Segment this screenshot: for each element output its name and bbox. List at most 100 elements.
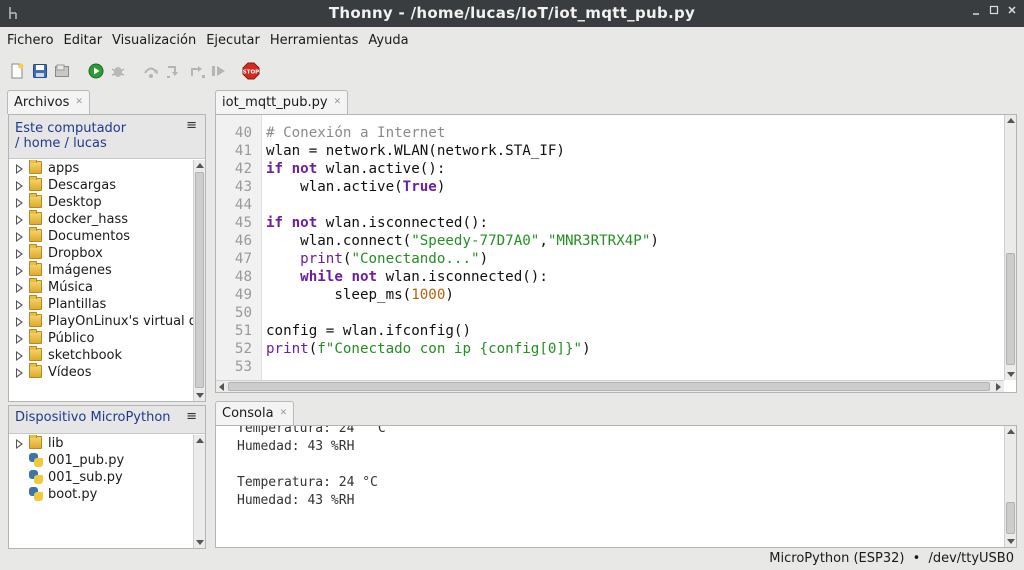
tab-consola[interactable]: Consola ✕ xyxy=(215,401,295,425)
console-line: Temperatura: 24 °C xyxy=(237,425,386,436)
code-line[interactable]: while not wlan.isconnected(): xyxy=(266,268,548,286)
close-icon[interactable] xyxy=(1004,4,1020,20)
path-home-link[interactable]: home xyxy=(24,136,61,151)
resume-icon[interactable] xyxy=(210,62,228,80)
code-line[interactable]: # Conexión a Internet xyxy=(266,124,445,142)
menu-herramientas[interactable]: Herramientas xyxy=(265,33,364,48)
scroll-up-icon[interactable] xyxy=(196,163,204,168)
expand-arrow-icon[interactable] xyxy=(16,317,23,327)
step-over-icon[interactable] xyxy=(142,62,160,80)
scroll-up-icon[interactable] xyxy=(1007,118,1015,123)
save-file-icon[interactable] xyxy=(31,62,49,80)
tree-item-desktop[interactable]: Desktop xyxy=(9,193,193,211)
menu-visualizacion[interactable]: Visualización xyxy=(107,33,201,48)
tab-close-icon[interactable]: ✕ xyxy=(75,97,83,107)
tab-archivos[interactable]: Archivos ✕ xyxy=(7,90,90,114)
code-line[interactable]: config = wlan.ifconfig() xyxy=(266,322,471,340)
tab-editor-file[interactable]: iot_mqtt_pub.py ✕ xyxy=(215,90,349,114)
menu-ejecutar[interactable]: Ejecutar xyxy=(201,33,265,48)
code-line[interactable]: wlan = network.WLAN(network.STA_IF) xyxy=(266,142,565,160)
menu-hamburger-icon[interactable]: ≡ xyxy=(186,409,197,424)
scroll-left-icon[interactable] xyxy=(219,383,224,391)
open-file-icon[interactable] xyxy=(53,62,71,80)
editor-vertical-scrollbar[interactable] xyxy=(1004,115,1016,380)
menu-hamburger-icon[interactable]: ≡ xyxy=(186,118,197,133)
step-out-icon[interactable] xyxy=(188,62,206,80)
expand-arrow-icon[interactable] xyxy=(16,232,23,242)
scroll-right-icon[interactable] xyxy=(996,383,1001,391)
device-item-boot[interactable]: boot.py xyxy=(9,486,193,503)
code-line[interactable]: wlan.connect("Speedy-77D7A0","MNR3RTRX4P… xyxy=(266,232,659,250)
run-icon[interactable] xyxy=(87,62,105,80)
tree-item-musica[interactable]: Música xyxy=(9,278,193,296)
tree-item-apps[interactable]: apps xyxy=(9,160,193,177)
scroll-down-icon[interactable] xyxy=(196,540,204,545)
expand-arrow-icon[interactable] xyxy=(16,198,23,208)
expand-arrow-icon[interactable] xyxy=(16,439,23,449)
menu-fichero[interactable]: Fichero xyxy=(2,33,59,48)
expand-arrow-icon[interactable] xyxy=(16,181,23,191)
console-tab-label: Consola xyxy=(222,406,274,421)
maximize-icon[interactable] xyxy=(986,4,1002,20)
tab-close-icon[interactable]: ✕ xyxy=(334,97,342,107)
interpreter-status[interactable]: MicroPython (ESP32) xyxy=(769,551,904,566)
scroll-up-icon[interactable] xyxy=(1007,429,1015,434)
expand-arrow-icon[interactable] xyxy=(16,266,23,276)
computer-tree-scrollbar[interactable] xyxy=(193,160,205,401)
tree-item-documentos[interactable]: Documentos xyxy=(9,227,193,245)
code-line[interactable]: if not wlan.isconnected(): xyxy=(266,214,488,232)
expand-arrow-icon[interactable] xyxy=(16,351,23,361)
debug-icon[interactable] xyxy=(109,62,127,80)
console-panel[interactable]: Temperatura: 24 °C Humedad: 43 %RH Tempe… xyxy=(215,425,1017,548)
port-status[interactable]: /dev/ttyUSB0 xyxy=(928,551,1014,566)
new-file-icon[interactable] xyxy=(8,62,26,80)
code-token: "Conectando..." xyxy=(351,251,480,267)
tree-item-videos[interactable]: Vídeos xyxy=(9,363,193,381)
code-line[interactable]: print("Conectando...") xyxy=(266,250,488,268)
device-item-001-pub[interactable]: 001_pub.py xyxy=(9,452,193,469)
scroll-thumb[interactable] xyxy=(1006,253,1015,365)
expand-arrow-icon[interactable] xyxy=(16,300,23,310)
menu-ayuda[interactable]: Ayuda xyxy=(363,33,413,48)
step-into-icon[interactable] xyxy=(165,62,183,80)
expand-arrow-icon[interactable] xyxy=(16,368,23,378)
minimize-icon[interactable] xyxy=(968,4,984,20)
editor-horizontal-scrollbar[interactable] xyxy=(216,380,1004,392)
tree-item-publico[interactable]: Público xyxy=(9,329,193,347)
expand-arrow-icon[interactable] xyxy=(16,215,23,225)
code-token: print xyxy=(300,251,343,267)
tab-close-icon[interactable]: ✕ xyxy=(280,408,288,418)
tree-item-descargas[interactable]: Descargas xyxy=(9,176,193,194)
path-user-link[interactable]: lucas xyxy=(73,136,107,151)
scroll-up-icon[interactable] xyxy=(196,438,204,443)
menu-editar[interactable]: Editar xyxy=(59,33,108,48)
expand-arrow-icon[interactable] xyxy=(16,249,23,259)
scroll-thumb[interactable] xyxy=(195,172,204,388)
tree-item-docker-hass[interactable]: docker_hass xyxy=(9,210,193,228)
scroll-thumb[interactable] xyxy=(228,382,990,391)
expand-arrow-icon[interactable] xyxy=(16,164,23,174)
device-item-001-sub[interactable]: 001_sub.py xyxy=(9,469,193,486)
expand-arrow-icon[interactable] xyxy=(16,334,23,344)
code-line[interactable]: sleep_ms(1000) xyxy=(266,286,454,304)
scroll-down-icon[interactable] xyxy=(196,393,204,398)
code-line[interactable]: print(f"Conectado con ip {config[0]}") xyxy=(266,340,591,358)
code-line[interactable]: if not wlan.active(): xyxy=(266,160,445,178)
device-tree-scrollbar[interactable] xyxy=(193,435,205,548)
code-editor[interactable]: 40 41 42 43 44 45 46 47 48 49 50 51 52 53 # Conexión … xyxy=(215,114,1017,393)
tree-item-dropbox[interactable]: Dropbox xyxy=(9,244,193,262)
stop-icon[interactable]: STOP xyxy=(242,62,260,80)
scroll-thumb[interactable] xyxy=(1006,502,1015,534)
tree-item-imagenes[interactable]: Imágenes xyxy=(9,261,193,279)
code-line[interactable]: wlan.active(True) xyxy=(266,178,445,196)
tree-item-plantillas[interactable]: Plantillas xyxy=(9,295,193,313)
scroll-down-icon[interactable] xyxy=(1007,372,1015,377)
tree-item-playonlinux[interactable]: PlayOnLinux's virtual drives xyxy=(9,312,193,330)
console-scrollbar[interactable] xyxy=(1004,426,1016,547)
device-item-lib[interactable]: lib xyxy=(9,435,193,452)
tree-item-sketchbook[interactable]: sketchbook xyxy=(9,346,193,364)
scroll-down-icon[interactable] xyxy=(1007,539,1015,544)
code-token: "MNR3RTRX4P" xyxy=(547,233,651,249)
files-panel-device: Dispositivo MicroPython ≡ lib 001_pub.py… xyxy=(8,405,206,549)
expand-arrow-icon[interactable] xyxy=(16,283,23,293)
